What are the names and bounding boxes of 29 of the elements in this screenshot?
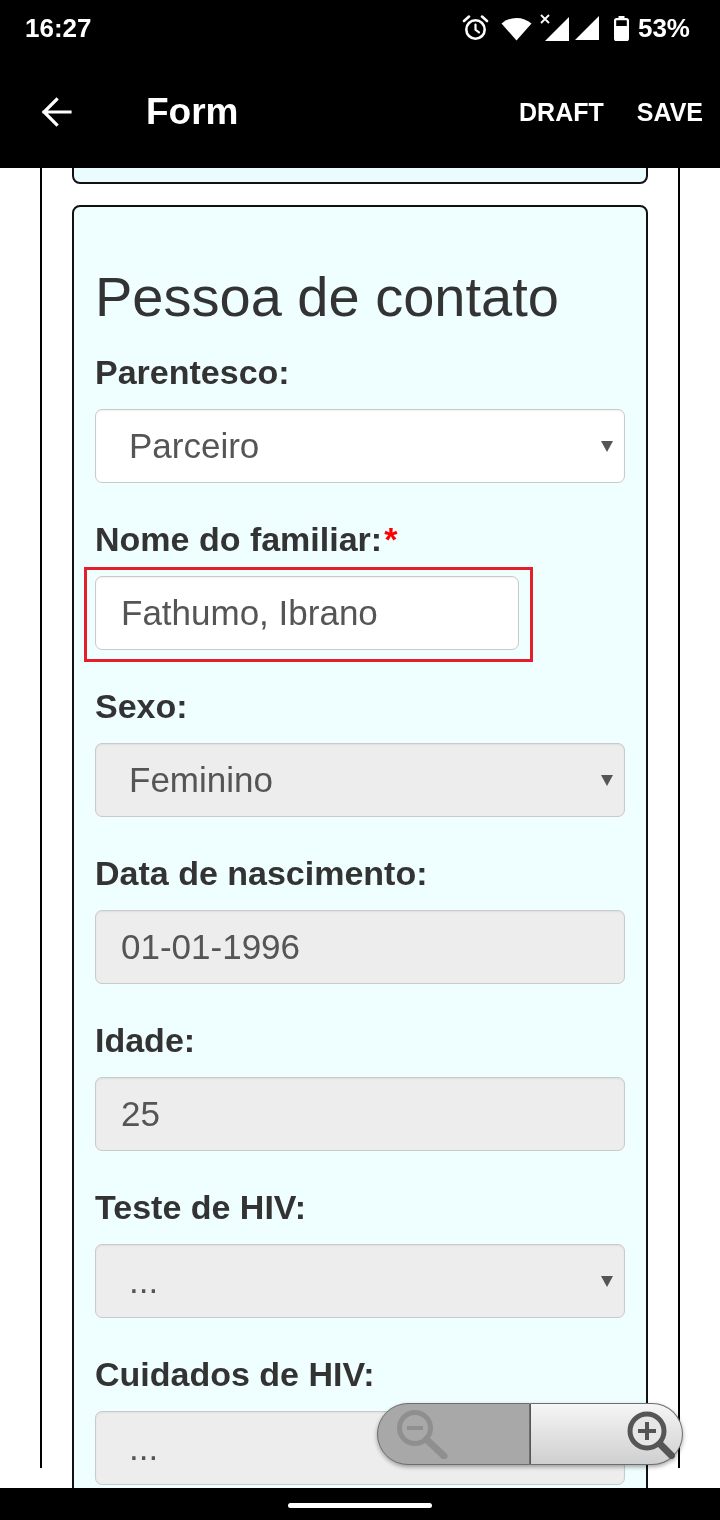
field-label: Cuidados de HIV: xyxy=(95,1354,375,1394)
field-label: Parentesco: xyxy=(95,352,290,392)
signal-icon xyxy=(574,16,599,40)
zoom-in-icon xyxy=(625,1409,675,1459)
caret-icon xyxy=(601,774,613,786)
text-input[interactable]: Fathumo, Ibrano xyxy=(95,576,519,650)
caret-icon xyxy=(601,440,613,452)
battery-percentage: 53% xyxy=(637,12,690,44)
screen-title: Form xyxy=(146,91,239,133)
signal-icon xyxy=(539,13,569,41)
zoom-in-button[interactable] xyxy=(530,1403,683,1465)
field-label: Teste de HIV: xyxy=(95,1187,306,1227)
field-label: Sexo: xyxy=(95,686,188,726)
section-title: Pessoa de contato xyxy=(95,265,560,329)
dropdown-field[interactable]: Parceiro xyxy=(95,409,625,483)
field-label: Idade: xyxy=(95,1020,196,1060)
status-time: 16:27 xyxy=(25,12,92,44)
home-handle[interactable] xyxy=(288,1503,432,1508)
field-label: Data de nascimento: xyxy=(95,853,428,893)
field-label: Nome do familiar: xyxy=(95,519,383,559)
caret-icon xyxy=(601,1275,613,1287)
wifi-icon xyxy=(500,17,532,41)
required-asterisk: * xyxy=(384,519,398,559)
alarm-icon xyxy=(461,15,489,41)
back-arrow-icon xyxy=(40,96,72,128)
battery-icon xyxy=(613,15,629,41)
action-button[interactable]: SAVE xyxy=(628,85,711,139)
action-button[interactable]: DRAFT xyxy=(511,85,612,139)
zoom-out-icon xyxy=(396,1409,448,1459)
